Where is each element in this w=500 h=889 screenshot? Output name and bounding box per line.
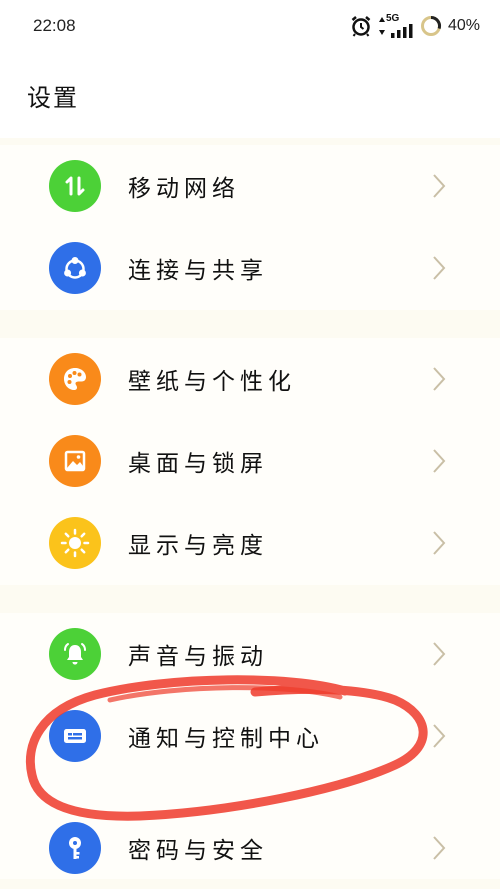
- notification-card-icon: [49, 710, 101, 762]
- settings-item-label: 通知与控制中心: [128, 726, 324, 752]
- data-arrows-icon: [378, 17, 385, 35]
- header: 设置: [0, 56, 500, 138]
- network-type-label: 5G: [385, 13, 400, 24]
- page-title: 设置: [27, 84, 79, 112]
- settings-item-mobile-network[interactable]: 移动网络: [0, 145, 500, 227]
- chevron-right-icon: [433, 367, 446, 391]
- settings-item-sound-vibration[interactable]: 声音与振动: [0, 613, 500, 695]
- sun-icon: [49, 517, 101, 569]
- status-icons: 5G 40%: [350, 12, 480, 40]
- share-icon: [49, 242, 101, 294]
- settings-item-connection-sharing[interactable]: 连接与共享: [0, 227, 500, 309]
- settings-item-wallpaper-personalization[interactable]: 壁纸与个性化: [0, 338, 500, 420]
- chevron-right-icon: [433, 449, 446, 473]
- chevron-right-icon: [433, 724, 446, 748]
- settings-item-label: 显示与亮度: [128, 533, 268, 559]
- key-icon: [49, 822, 101, 874]
- settings-item-label: 连接与共享: [128, 258, 268, 284]
- chevron-right-icon: [433, 256, 446, 280]
- chevron-right-icon: [433, 642, 446, 666]
- bell-icon: [49, 628, 101, 680]
- status-bar: 22:08 5G 40%: [0, 0, 500, 56]
- palette-icon: [49, 353, 101, 405]
- chevron-right-icon: [433, 836, 446, 860]
- status-time: 22:08: [33, 16, 76, 35]
- settings-item-desktop-lockscreen[interactable]: 桌面与锁屏: [0, 420, 500, 502]
- settings-item-password-security[interactable]: 密码与安全: [0, 807, 500, 889]
- chevron-right-icon: [433, 174, 446, 198]
- network-type-indicator: 5G: [378, 13, 414, 38]
- picture-icon: [49, 435, 101, 487]
- alarm-icon: [351, 16, 371, 37]
- signal-icon: [390, 24, 413, 38]
- settings-item-label: 移动网络: [128, 176, 240, 202]
- settings-item-label: 密码与安全: [128, 838, 268, 864]
- settings-item-label: 声音与振动: [128, 644, 268, 670]
- settings-item-display-brightness[interactable]: 显示与亮度: [0, 502, 500, 584]
- battery-ring-icon: [420, 16, 441, 36]
- settings-item-label: 壁纸与个性化: [128, 369, 296, 395]
- settings-item-notification-control-center[interactable]: 通知与控制中心: [0, 695, 500, 777]
- settings-item-label: 桌面与锁屏: [128, 451, 268, 477]
- battery-percent: 40%: [447, 17, 480, 34]
- chevron-right-icon: [433, 531, 446, 555]
- mobile-network-icon: [49, 160, 101, 212]
